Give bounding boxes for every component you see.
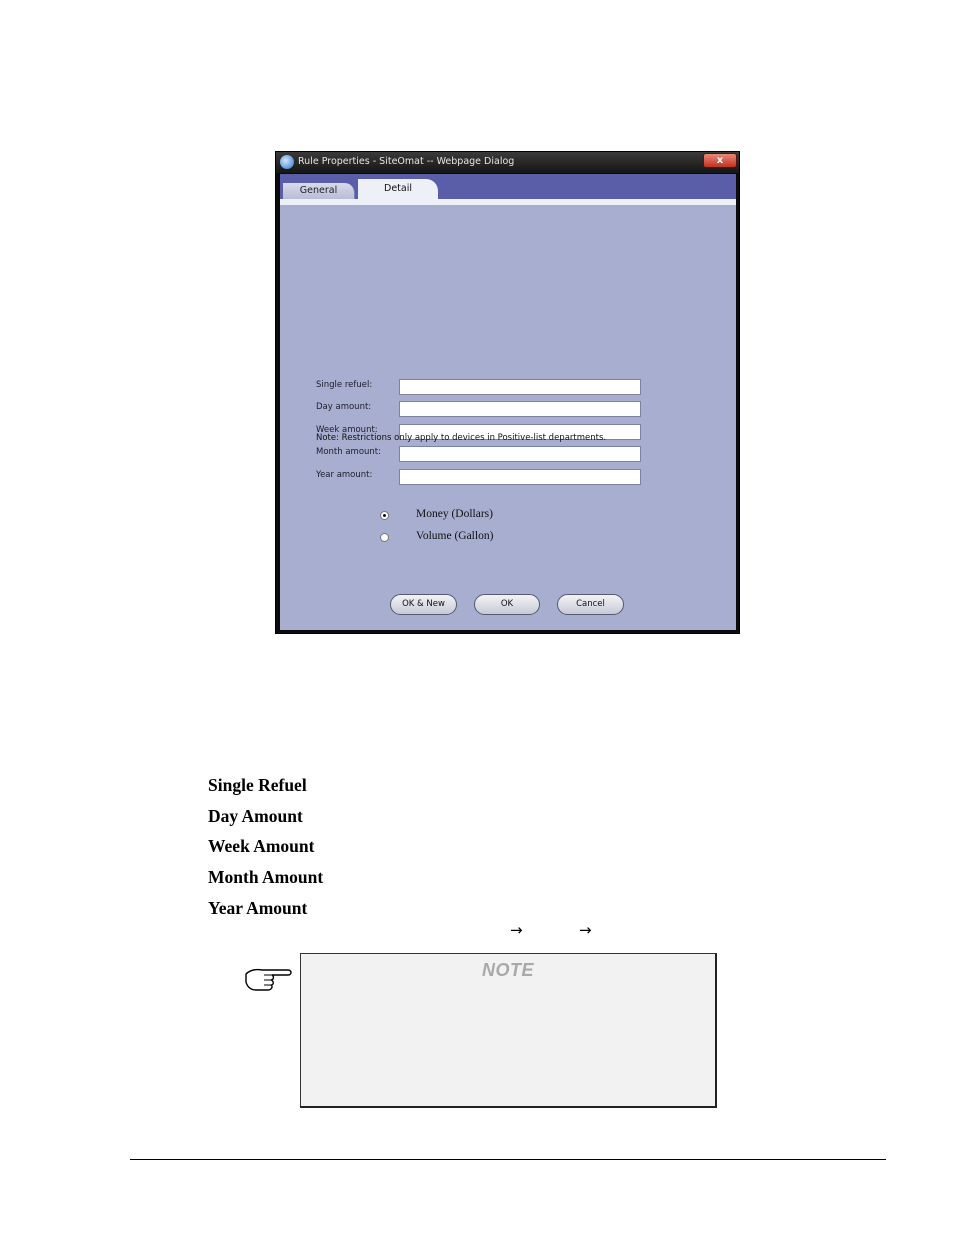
tab-general[interactable]: General (283, 183, 355, 199)
tab-detail[interactable]: Detail (358, 179, 438, 200)
pointing-hand-icon (245, 968, 292, 991)
month-amount-label: Month amount: (316, 447, 382, 457)
ok-button[interactable]: OK (474, 594, 540, 615)
year-amount-input[interactable] (399, 469, 641, 485)
month-amount-input[interactable] (399, 446, 641, 462)
heading-day-amount: Day Amount (208, 806, 303, 826)
heading-single-refuel: Single Refuel (208, 775, 307, 795)
radio-selected-dot (383, 514, 386, 517)
money-radio[interactable] (380, 511, 389, 520)
arrow-right-icon: → (579, 921, 592, 939)
note-box: NOTE (300, 953, 717, 1108)
single-refuel-label: Single refuel: (316, 380, 373, 390)
heading-year-amount: Year Amount (208, 898, 308, 918)
year-amount-label: Year amount: (316, 470, 373, 480)
dialog-client-area: General Detail Single refuel: Day amount… (280, 174, 736, 630)
day-amount-input[interactable] (399, 401, 641, 417)
heading-week-amount: Week Amount (208, 836, 315, 856)
volume-radio[interactable] (380, 533, 389, 542)
footer-divider (130, 1159, 886, 1160)
dialog-titlebar: Rule Properties - SiteOmat -- Webpage Di… (276, 152, 739, 173)
ok-and-new-button[interactable]: OK & New (390, 594, 457, 615)
rule-properties-dialog: Rule Properties - SiteOmat -- Webpage Di… (275, 151, 740, 634)
heading-month-amount: Month Amount (208, 867, 324, 887)
internet-explorer-icon (280, 155, 294, 169)
money-radio-label: Money (Dollars) (416, 508, 493, 520)
day-amount-label: Day amount: (316, 402, 372, 412)
close-button[interactable]: x (703, 153, 737, 168)
volume-radio-label: Volume (Gallon) (416, 530, 494, 542)
dialog-title: Rule Properties - SiteOmat -- Webpage Di… (298, 156, 515, 167)
cancel-button[interactable]: Cancel (557, 594, 624, 615)
note-heading: NOTE (481, 960, 534, 980)
restrictions-note: Note: Restrictions only apply to devices… (316, 433, 607, 443)
arrow-right-icon: → (510, 921, 523, 939)
single-refuel-input[interactable] (399, 379, 641, 395)
tab-strip: General Detail (280, 174, 736, 200)
tab-panel-header (280, 199, 736, 205)
